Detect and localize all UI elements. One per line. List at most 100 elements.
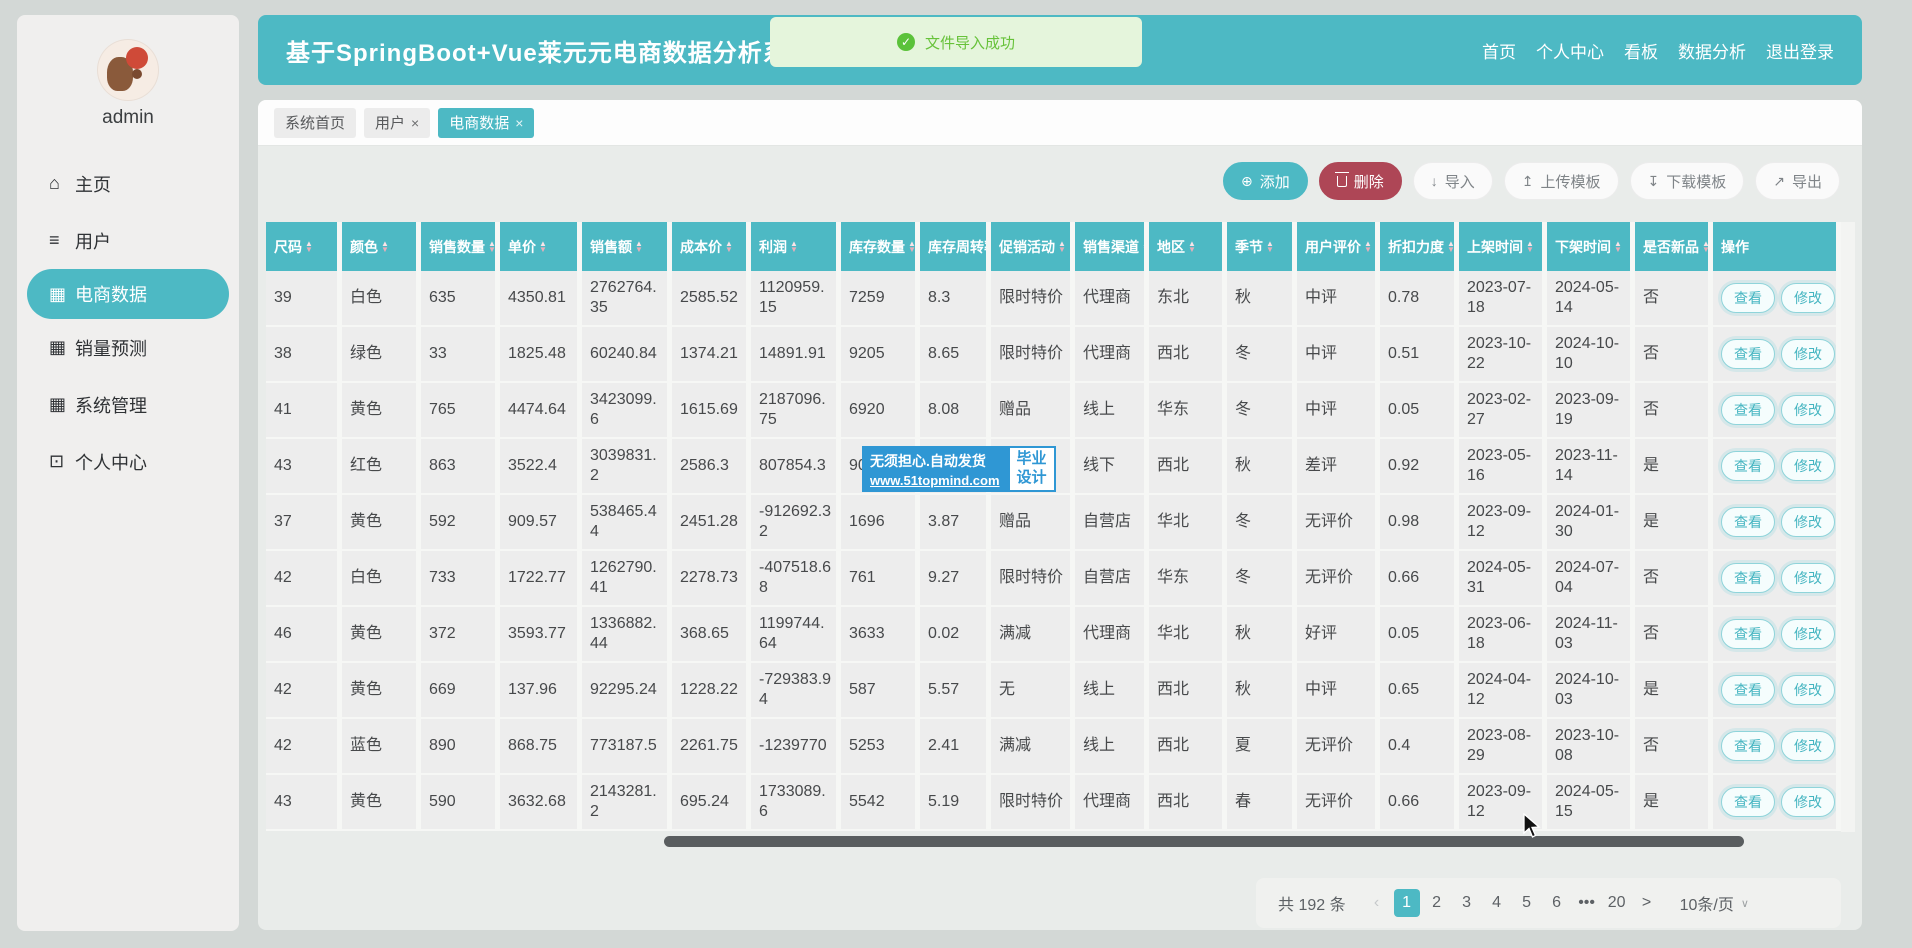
horizontal-scrollbar-thumb[interactable] bbox=[664, 836, 1744, 847]
page-button[interactable]: ••• bbox=[1574, 889, 1600, 917]
row-action-button[interactable]: 修改 bbox=[1781, 283, 1835, 313]
column-header[interactable]: 地区▲▼ bbox=[1149, 222, 1227, 271]
row-action-button[interactable]: 查看 bbox=[1721, 283, 1775, 313]
sort-caret-icon[interactable]: ▲▼ bbox=[539, 241, 547, 253]
page-button[interactable]: 20 bbox=[1604, 889, 1630, 917]
row-action-button[interactable]: 查看 bbox=[1721, 339, 1775, 369]
page-button[interactable]: 3 bbox=[1454, 889, 1480, 917]
toolbar-button[interactable]: ↧ 下载模板 bbox=[1630, 162, 1745, 200]
sort-caret-icon[interactable]: ▲▼ bbox=[1364, 241, 1372, 253]
tab[interactable]: 系统首页 bbox=[274, 108, 356, 138]
table-cell: 2261.75 bbox=[672, 719, 751, 775]
row-action-button[interactable]: 查看 bbox=[1721, 731, 1775, 761]
column-header[interactable]: 颜色▲▼ bbox=[342, 222, 421, 271]
column-header[interactable]: 季节▲▼ bbox=[1227, 222, 1297, 271]
column-header[interactable]: 销售渠道▲▼ bbox=[1075, 222, 1149, 271]
sort-caret-icon[interactable]: ▲▼ bbox=[1266, 241, 1274, 253]
table-cell: 39 bbox=[266, 271, 342, 327]
sort-caret-icon[interactable]: ▲▼ bbox=[908, 241, 916, 253]
next-page-button[interactable]: > bbox=[1634, 889, 1660, 917]
page-size-select[interactable]: 10条/页 ∨ bbox=[1680, 891, 1749, 915]
row-action-button[interactable]: 修改 bbox=[1781, 731, 1835, 761]
column-header[interactable]: 单价▲▼ bbox=[500, 222, 582, 271]
toolbar-button[interactable]: ↥ 上传模板 bbox=[1504, 162, 1619, 200]
column-header[interactable]: 上架时间▲▼ bbox=[1459, 222, 1547, 271]
tab-close-icon[interactable]: × bbox=[411, 115, 419, 131]
page-button[interactable]: 1 bbox=[1394, 889, 1420, 917]
column-header[interactable]: 用户评价▲▼ bbox=[1297, 222, 1380, 271]
toolbar-button[interactable]: 删除 bbox=[1319, 162, 1402, 200]
sort-caret-icon[interactable]: ▲▼ bbox=[1614, 241, 1622, 253]
column-header[interactable]: 下架时间▲▼ bbox=[1547, 222, 1635, 271]
sidebar-item[interactable]: ▦ 系统管理 bbox=[17, 376, 239, 433]
sort-caret-icon[interactable]: ▲▼ bbox=[1058, 241, 1066, 253]
tab[interactable]: 用户 × bbox=[364, 108, 430, 138]
row-action-button[interactable]: 查看 bbox=[1721, 395, 1775, 425]
top-nav-link[interactable]: 个人中心 bbox=[1536, 38, 1604, 63]
page-button[interactable]: 5 bbox=[1514, 889, 1540, 917]
sidebar-item[interactable]: ⌂ 主页 bbox=[17, 155, 239, 212]
sidebar-item-label: 电商数据 bbox=[75, 281, 147, 307]
sidebar-item[interactable]: ▦ 销量预测 bbox=[17, 319, 239, 376]
column-header[interactable]: 利润▲▼ bbox=[751, 222, 841, 271]
row-action-button[interactable]: 修改 bbox=[1781, 339, 1835, 369]
table-cell: 秋 bbox=[1227, 663, 1297, 719]
row-action-button[interactable]: 修改 bbox=[1781, 563, 1835, 593]
sidebar-item[interactable]: ▦ 电商数据 bbox=[27, 269, 229, 319]
column-header[interactable]: 成本价▲▼ bbox=[672, 222, 751, 271]
sort-caret-icon[interactable]: ▲▼ bbox=[381, 241, 389, 253]
page-button[interactable]: 6 bbox=[1544, 889, 1570, 917]
column-header[interactable]: 折扣力度▲▼ bbox=[1380, 222, 1459, 271]
column-header[interactable]: 尺码▲▼ bbox=[266, 222, 342, 271]
table-cell: 好评 bbox=[1297, 607, 1380, 663]
row-action-button[interactable]: 修改 bbox=[1781, 507, 1835, 537]
row-action-button[interactable]: 修改 bbox=[1781, 395, 1835, 425]
row-action-button[interactable]: 修改 bbox=[1781, 675, 1835, 705]
sort-caret-icon[interactable]: ▲▼ bbox=[635, 241, 643, 253]
table-cell: 代理商 bbox=[1075, 271, 1149, 327]
top-nav-link[interactable]: 首页 bbox=[1482, 38, 1516, 63]
table-cell: 3522.4 bbox=[500, 439, 582, 495]
sort-caret-icon[interactable]: ▲▼ bbox=[1142, 241, 1149, 253]
sort-caret-icon[interactable]: ▲▼ bbox=[1188, 241, 1196, 253]
prev-page-button[interactable]: ‹ bbox=[1364, 889, 1390, 917]
column-header[interactable]: 促销活动▲▼ bbox=[991, 222, 1075, 271]
sidebar-item[interactable]: ≡ 用户 bbox=[17, 212, 239, 269]
toolbar-button[interactable]: ⊕ 添加 bbox=[1223, 162, 1308, 200]
column-header[interactable]: 销售数量▲▼ bbox=[421, 222, 500, 271]
sort-caret-icon[interactable]: ▲▼ bbox=[1526, 241, 1534, 253]
page-button[interactable]: 2 bbox=[1424, 889, 1450, 917]
top-nav-link[interactable]: 数据分析 bbox=[1678, 38, 1746, 63]
row-action-button[interactable]: 查看 bbox=[1721, 675, 1775, 705]
toolbar-button[interactable]: ↓ 导入 bbox=[1413, 162, 1493, 200]
sort-caret-icon[interactable]: ▲▼ bbox=[1447, 241, 1455, 253]
toolbar-button[interactable]: ↗ 导出 bbox=[1755, 162, 1840, 200]
column-header[interactable]: 库存数量▲▼ bbox=[841, 222, 920, 271]
table-cell: 春 bbox=[1227, 775, 1297, 831]
top-nav-link[interactable]: 退出登录 bbox=[1766, 38, 1834, 63]
row-action-button[interactable]: 修改 bbox=[1781, 619, 1835, 649]
row-action-button[interactable]: 查看 bbox=[1721, 451, 1775, 481]
column-header[interactable]: 是否新品▲▼ bbox=[1635, 222, 1713, 271]
table-cell: 华东 bbox=[1149, 551, 1227, 607]
row-action-button[interactable]: 修改 bbox=[1781, 451, 1835, 481]
row-action-button[interactable]: 修改 bbox=[1781, 787, 1835, 817]
row-action-button[interactable]: 查看 bbox=[1721, 563, 1775, 593]
row-action-button[interactable]: 查看 bbox=[1721, 619, 1775, 649]
sort-caret-icon[interactable]: ▲▼ bbox=[790, 241, 798, 253]
sidebar-item[interactable]: ⊡ 个人中心 bbox=[17, 433, 239, 490]
sort-caret-icon[interactable]: ▲▼ bbox=[725, 241, 733, 253]
page-button[interactable]: 4 bbox=[1484, 889, 1510, 917]
column-header[interactable]: 销售额▲▼ bbox=[582, 222, 672, 271]
table-cell: 2023-02-27 bbox=[1459, 383, 1547, 439]
row-action-button[interactable]: 查看 bbox=[1721, 507, 1775, 537]
sort-caret-icon[interactable]: ▲▼ bbox=[488, 241, 496, 253]
tab-close-icon[interactable]: × bbox=[515, 115, 523, 131]
column-header[interactable]: 库存周转率▲▼ bbox=[920, 222, 991, 271]
row-action-button[interactable]: 查看 bbox=[1721, 787, 1775, 817]
sort-caret-icon[interactable]: ▲▼ bbox=[1702, 241, 1710, 253]
tab[interactable]: 电商数据 × bbox=[438, 108, 534, 138]
row-actions: 查看修改删除 bbox=[1713, 663, 1841, 719]
sort-caret-icon[interactable]: ▲▼ bbox=[305, 241, 313, 253]
top-nav-link[interactable]: 看板 bbox=[1624, 38, 1658, 63]
